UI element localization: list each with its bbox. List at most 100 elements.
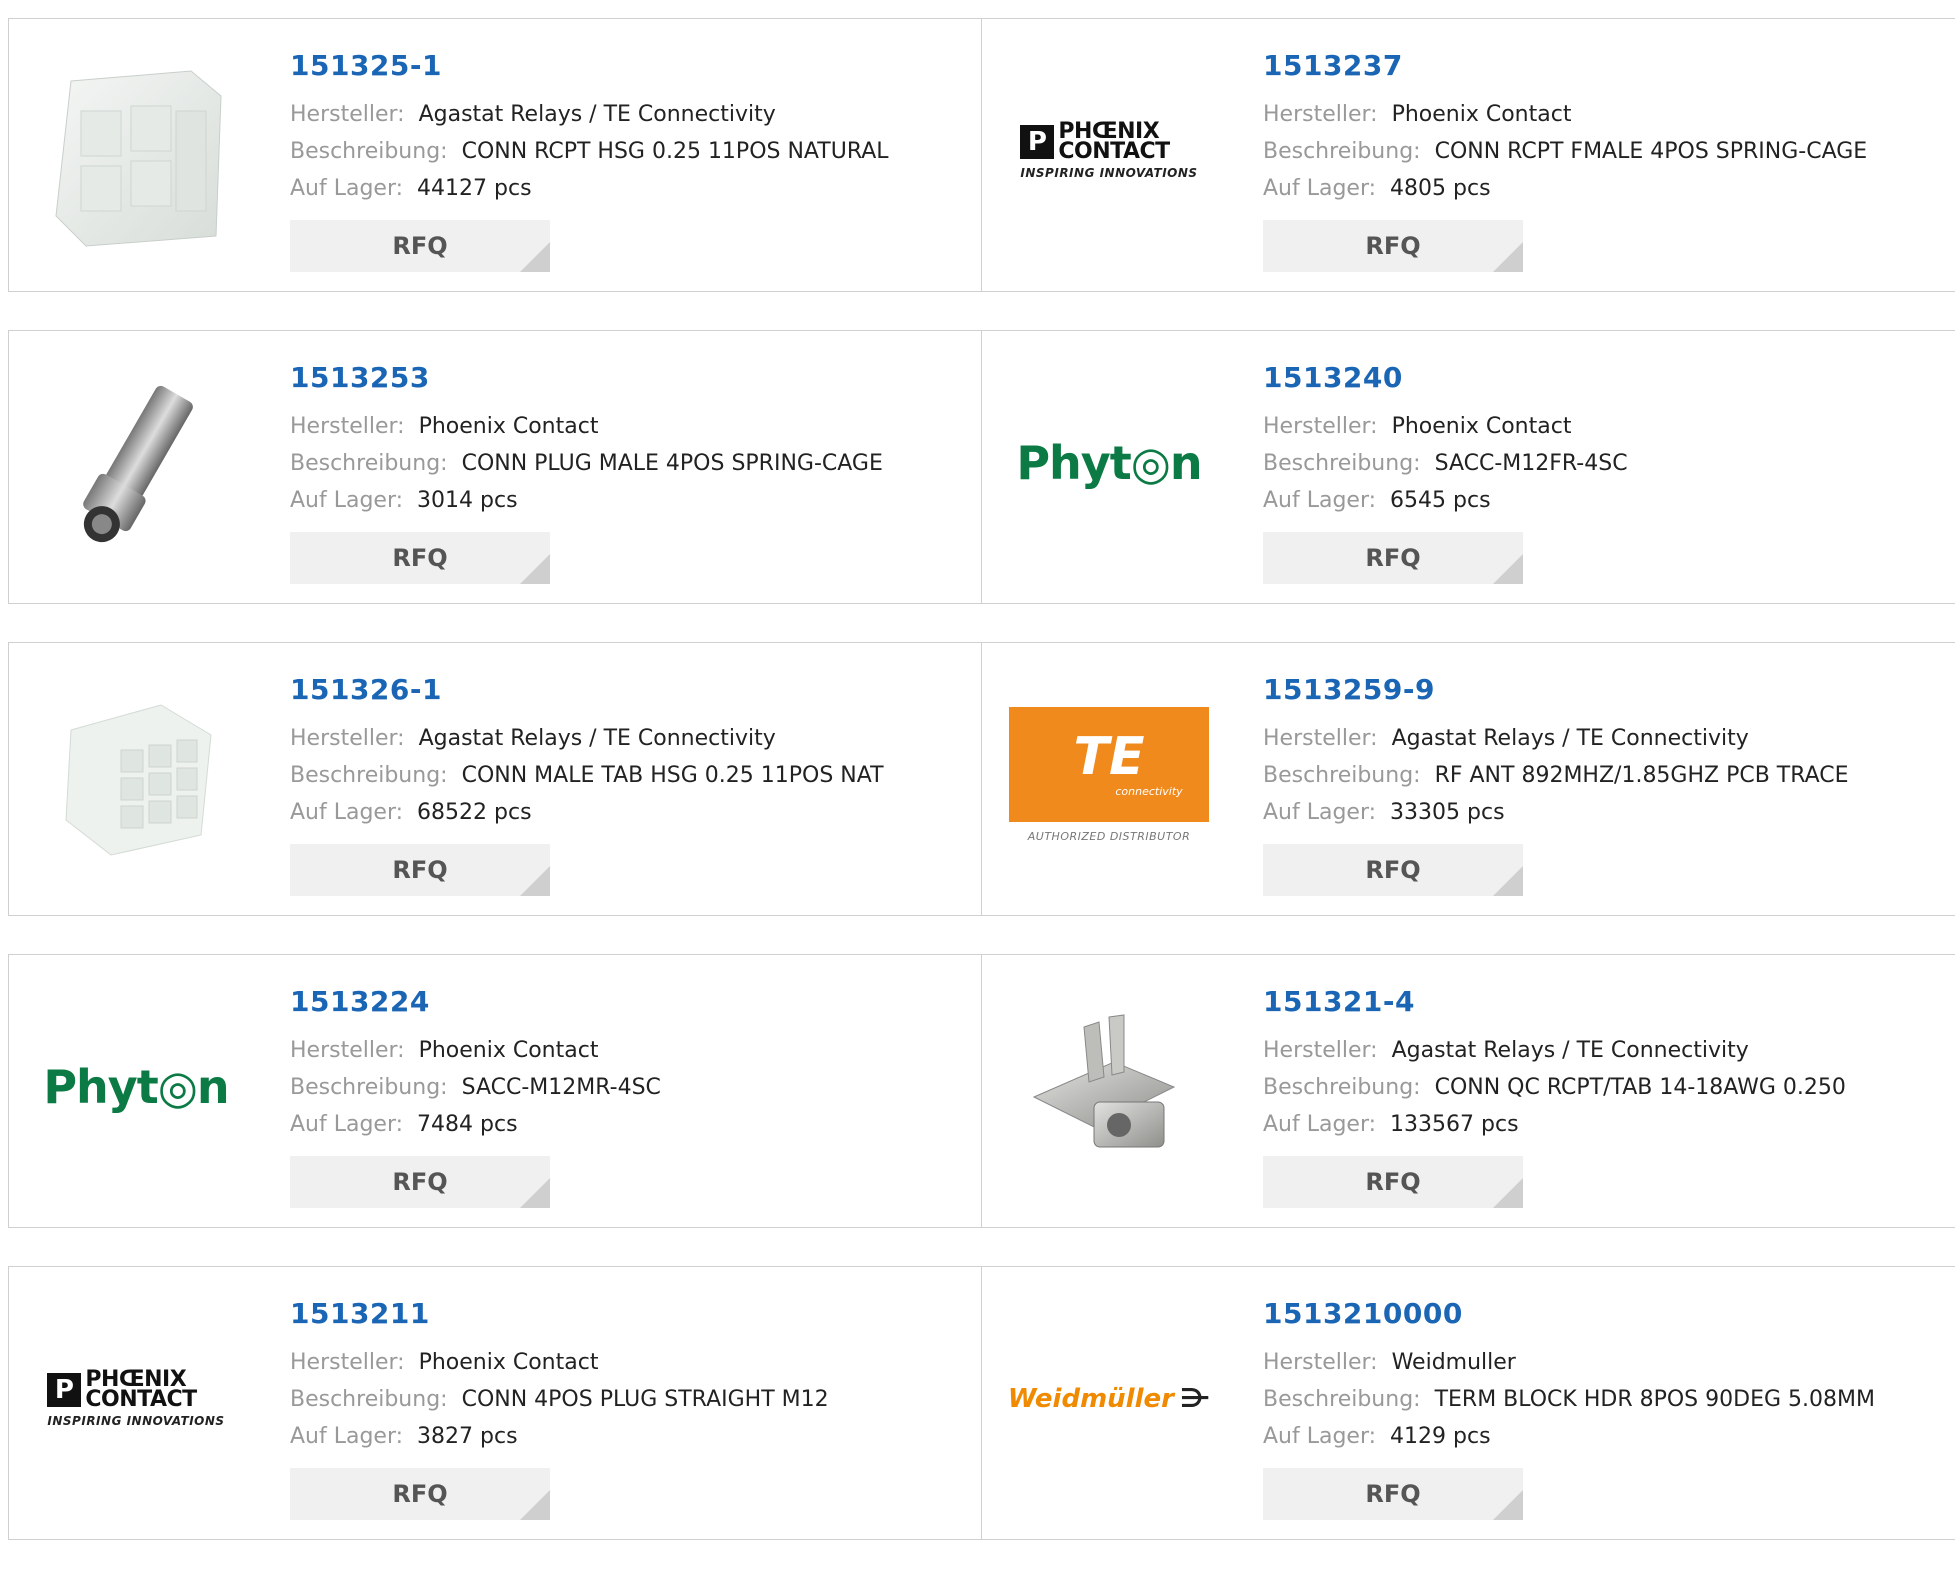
rfq-button[interactable]: RFQ (1263, 1156, 1523, 1208)
stock-value: 4805 pcs (1390, 176, 1491, 201)
part-number-link[interactable]: 151326-1 (290, 673, 884, 706)
manufacturer-value: Agastat Relays / TE Connectivity (1391, 1038, 1749, 1063)
part-number-link[interactable]: 1513211 (290, 1297, 829, 1330)
description-label: Beschreibung: (1263, 763, 1421, 788)
part-number-link[interactable]: 1513237 (1263, 49, 1867, 82)
stock-value: 3827 pcs (417, 1424, 518, 1449)
manufacturer-value: Agastat Relays / TE Connectivity (418, 726, 776, 751)
part-number-link[interactable]: 1513253 (290, 361, 883, 394)
part-number-link[interactable]: 1513240 (1263, 361, 1628, 394)
description-value: CONN RCPT FMALE 4POS SPRING-CAGE (1434, 139, 1868, 164)
manufacturer-value: Phoenix Contact (1391, 414, 1572, 439)
stock-label: Auf Lager: (290, 1112, 404, 1137)
logo-tagline: INSPIRING INNOVATIONS (47, 1414, 225, 1428)
product-image[interactable]: Weidmüller ⋺ (1004, 1289, 1214, 1509)
stock-value: 33305 pcs (1390, 800, 1505, 825)
stock-value: 7484 pcs (417, 1112, 518, 1137)
logo-tagline: INSPIRING INNOVATIONS (1020, 166, 1198, 180)
description-value: CONN 4POS PLUG STRAIGHT M12 (461, 1387, 829, 1412)
description-label: Beschreibung: (1263, 451, 1421, 476)
description-label: Beschreibung: (290, 451, 448, 476)
product-image[interactable] (1004, 977, 1214, 1197)
description-label: Beschreibung: (1263, 1075, 1421, 1100)
te-logo-mark: TE (1073, 727, 1145, 787)
rfq-button[interactable]: RFQ (1263, 532, 1523, 584)
manufacturer-value: Phoenix Contact (418, 1038, 599, 1063)
rfq-button[interactable]: RFQ (1263, 844, 1523, 896)
rfq-button[interactable]: RFQ (290, 532, 550, 584)
authorized-distributor-text: AUTHORIZED DISTRIBUTOR (1027, 830, 1191, 843)
stock-label: Auf Lager: (290, 176, 404, 201)
manufacturer-value: Phoenix Contact (1391, 102, 1572, 127)
product-card: Phyt◎n 1513224 Hersteller: Phoenix Contac… (8, 954, 982, 1228)
stock-value: 133567 pcs (1390, 1112, 1519, 1137)
description-value: SACC-M12FR-4SC (1434, 451, 1628, 476)
stock-value: 4129 pcs (1390, 1424, 1491, 1449)
phoenix-contact-logo: P PHŒNIX CONTACT INSPIRING INNOVATIONS (47, 1367, 225, 1428)
stock-label: Auf Lager: (1263, 1424, 1377, 1449)
logo-line-2: CONTACT (1058, 139, 1170, 164)
product-card: P PHŒNIX CONTACT INSPIRING INNOVATIONS 151… (8, 1266, 982, 1540)
part-number-link[interactable]: 151321-4 (1263, 985, 1846, 1018)
logo-line-2: CONTACT (85, 1387, 197, 1412)
weidmuller-logo-mark: ⋺ (1179, 1384, 1211, 1414)
te-logo-subtext: connectivity (1115, 785, 1183, 798)
rfq-button[interactable]: RFQ (1263, 1468, 1523, 1520)
weidmuller-logo-text: Weidmüller (1007, 1384, 1174, 1414)
manufacturer-label: Hersteller: (290, 102, 405, 127)
rfq-button[interactable]: RFQ (290, 1156, 550, 1208)
manufacturer-value: Agastat Relays / TE Connectivity (1391, 726, 1749, 751)
product-image[interactable]: TE connectivity AUTHORIZED DISTRIBUTOR (1004, 665, 1214, 885)
part-number-link[interactable]: 1513210000 (1263, 1297, 1875, 1330)
product-grid: 151325-1 Hersteller: Agastat Relays / TE … (8, 18, 1955, 1578)
product-row: 151325-1 Hersteller: Agastat Relays / TE … (8, 18, 1955, 292)
part-number-link[interactable]: 1513259-9 (1263, 673, 1849, 706)
product-row: 1513253 Hersteller: Phoenix Contact Besch… (8, 330, 1955, 604)
rfq-button[interactable]: RFQ (1263, 220, 1523, 272)
manufacturer-value: Phoenix Contact (418, 414, 599, 439)
product-image[interactable]: P PHŒNIX CONTACT INSPIRING INNOVATIONS (1004, 41, 1214, 261)
product-row: 151326-1 Hersteller: Agastat Relays / TE … (8, 642, 1955, 916)
description-value: CONN QC RCPT/TAB 14-18AWG 0.250 (1434, 1075, 1846, 1100)
manufacturer-label: Hersteller: (1263, 726, 1378, 751)
product-card: 151325-1 Hersteller: Agastat Relays / TE … (8, 18, 982, 292)
description-label: Beschreibung: (290, 1075, 448, 1100)
description-label: Beschreibung: (1263, 1387, 1421, 1412)
part-number-link[interactable]: 151325-1 (290, 49, 889, 82)
stock-value: 6545 pcs (1390, 488, 1491, 513)
product-row: P PHŒNIX CONTACT INSPIRING INNOVATIONS 151… (8, 1266, 1955, 1540)
stock-label: Auf Lager: (1263, 800, 1377, 825)
part-number-link[interactable]: 1513224 (290, 985, 661, 1018)
description-value: TERM BLOCK HDR 8POS 90DEG 5.08MM (1434, 1387, 1875, 1412)
rfq-button[interactable]: RFQ (290, 220, 550, 272)
product-card: 151326-1 Hersteller: Agastat Relays / TE … (8, 642, 982, 916)
product-image[interactable]: P PHŒNIX CONTACT INSPIRING INNOVATIONS (31, 1289, 241, 1509)
stock-value: 3014 pcs (417, 488, 518, 513)
rfq-button[interactable]: RFQ (290, 844, 550, 896)
manufacturer-label: Hersteller: (1263, 1038, 1378, 1063)
product-image[interactable] (31, 41, 241, 261)
product-card: Phyt◎n 1513240 Hersteller: Phoenix Contac… (981, 330, 1955, 604)
rfq-button[interactable]: RFQ (290, 1468, 550, 1520)
white-tab-housing-image (65, 704, 212, 856)
phyton-logo: Phyt◎n (1016, 436, 1202, 490)
metal-terminal-image (1032, 1014, 1176, 1148)
manufacturer-label: Hersteller: (290, 726, 405, 751)
manufacturer-label: Hersteller: (1263, 102, 1378, 127)
description-value: SACC-M12MR-4SC (461, 1075, 661, 1100)
product-image[interactable]: Phyt◎n (1004, 353, 1214, 573)
stock-value: 68522 pcs (417, 800, 532, 825)
product-image[interactable] (31, 353, 241, 573)
product-image[interactable] (31, 665, 241, 885)
weidmuller-logo: Weidmüller ⋺ (1008, 1384, 1210, 1414)
stock-label: Auf Lager: (1263, 1112, 1377, 1137)
product-image[interactable]: Phyt◎n (31, 977, 241, 1197)
te-connectivity-logo: TE connectivity AUTHORIZED DISTRIBUTOR (1009, 707, 1209, 843)
description-label: Beschreibung: (290, 139, 448, 164)
phoenix-contact-logo: P PHŒNIX CONTACT INSPIRING INNOVATIONS (1020, 119, 1198, 180)
phyton-logo: Phyt◎n (43, 1060, 229, 1114)
product-card: TE connectivity AUTHORIZED DISTRIBUTOR 1… (981, 642, 1955, 916)
description-label: Beschreibung: (1263, 139, 1421, 164)
description-value: CONN RCPT HSG 0.25 11POS NATURAL (461, 139, 889, 164)
stock-value: 44127 pcs (417, 176, 532, 201)
